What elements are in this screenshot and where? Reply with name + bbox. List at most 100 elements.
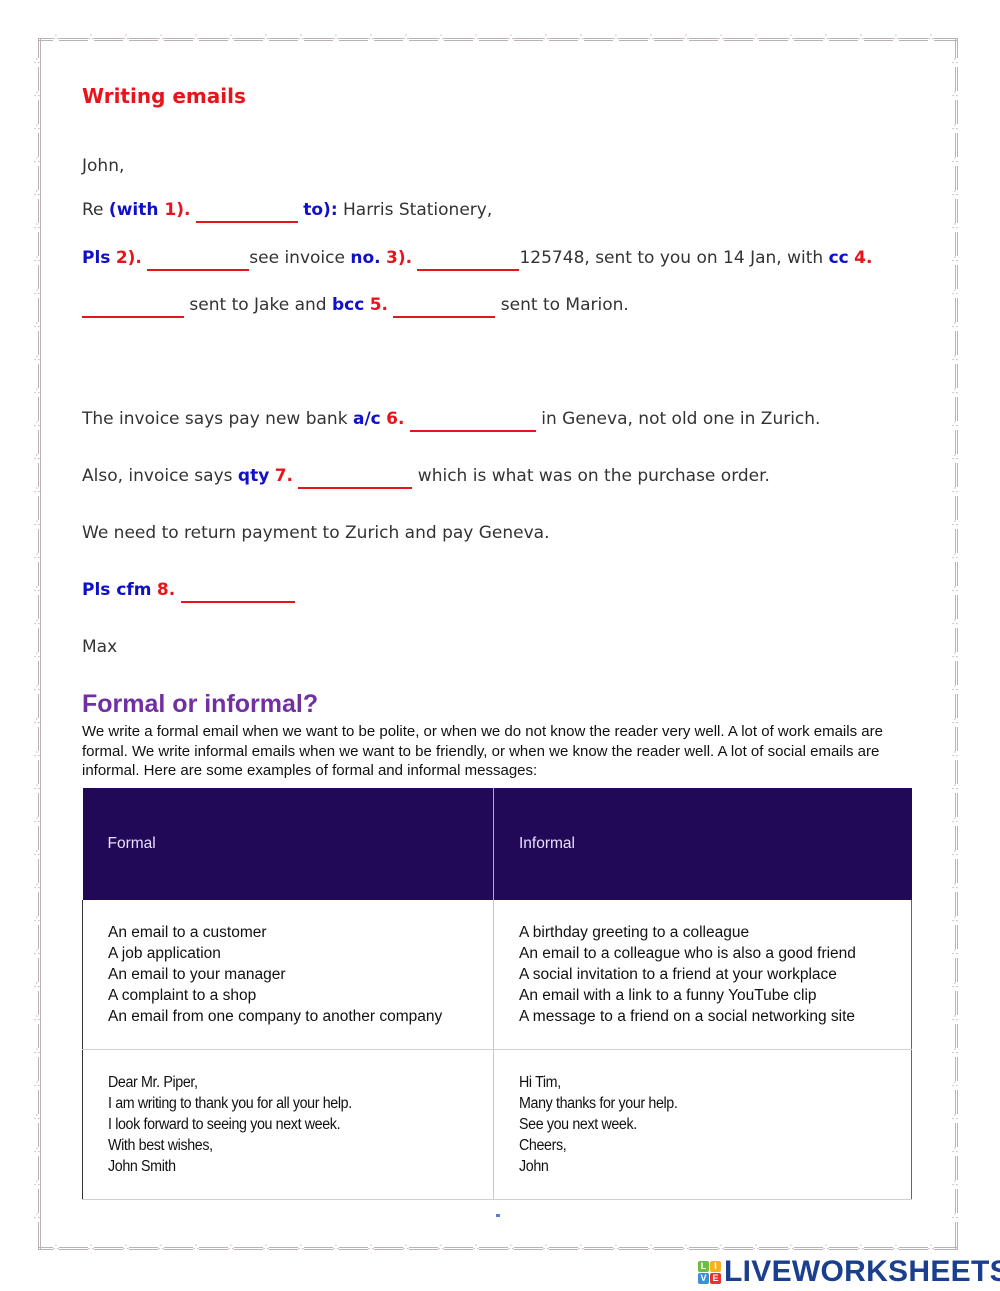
border-ornament: ∴ [438, 33, 444, 43]
border-ornament: ∴ [683, 1243, 689, 1253]
border-ornament: ∴ [228, 1243, 234, 1253]
border-ornament: ∴ [952, 585, 958, 595]
border-ornament: ∴ [952, 1179, 958, 1189]
blank-4[interactable] [82, 296, 184, 318]
border-ornament: ∴ [508, 1243, 514, 1253]
border-ornament: ∴ [333, 33, 339, 43]
border-ornament: ∴ [952, 453, 958, 463]
border-ornament: ∴ [34, 585, 40, 595]
border-ornament: ∴ [34, 189, 40, 199]
border-ornament: ∴ [263, 1243, 269, 1253]
border-ornament: ∴ [34, 1014, 40, 1024]
border-ornament: ∴ [34, 57, 40, 67]
page-marker [496, 1214, 500, 1217]
border-ornament: ∴ [952, 321, 958, 331]
border-ornament: ∴ [473, 33, 479, 43]
table-row: An email to a customer A job application… [82, 900, 912, 1050]
email-line-re: Re (with 1). to): Harris Stationery, [82, 200, 492, 223]
blank-8[interactable] [180, 581, 295, 603]
header-formal: Formal [82, 788, 494, 900]
border-ornament: ∴ [718, 1243, 724, 1253]
border-ornament: ∴ [858, 1243, 864, 1253]
table-header-row: Formal Informal [82, 788, 912, 900]
border-ornament: ∴ [952, 783, 958, 793]
border-ornament: ∴ [952, 981, 958, 991]
border-ornament: ∴ [952, 387, 958, 397]
border-ornament: ∴ [788, 1243, 794, 1253]
border-ornament: ∴ [34, 387, 40, 397]
border-ornament: ∴ [952, 1080, 958, 1090]
table-cell-formal: An email to a customer A job application… [82, 900, 494, 1050]
border-ornament: ∴ [952, 1212, 958, 1222]
blank-5[interactable] [393, 296, 496, 318]
border-ornament: ∴ [34, 1080, 40, 1090]
border-ornament: ∴ [34, 156, 40, 166]
border-ornament: ∴ [578, 1243, 584, 1253]
border-ornament: ∴ [893, 33, 899, 43]
border-ornament: ∴ [34, 717, 40, 727]
header-informal: Informal [493, 788, 912, 900]
border-ornament: ∴ [88, 33, 94, 43]
border-ornament: ∴ [34, 1179, 40, 1189]
border-ornament: ∴ [298, 33, 304, 43]
border-ornament: ∴ [952, 948, 958, 958]
blank-2[interactable] [147, 249, 250, 271]
border-ornament: ∴ [34, 750, 40, 760]
border-ornament: ∴ [34, 1146, 40, 1156]
border-ornament: ∴ [123, 33, 129, 43]
border-ornament: ∴ [952, 486, 958, 496]
border-ornament: ∴ [753, 1243, 759, 1253]
border-ornament: ∴ [893, 1243, 899, 1253]
border-ornament: ∴ [952, 255, 958, 265]
email-line-cfm: Pls cfm 8. [82, 580, 295, 603]
blank-3[interactable] [417, 249, 520, 271]
border-ornament: ∴ [613, 33, 619, 43]
border-ornament: ∴ [952, 156, 958, 166]
border-ornament: ∴ [952, 90, 958, 100]
border-ornament: ∴ [648, 33, 654, 43]
border-ornament: ∴ [34, 519, 40, 529]
border-ornament: ∴ [952, 684, 958, 694]
border-ornament: ∴ [158, 1243, 164, 1253]
border-ornament: ∴ [952, 816, 958, 826]
border-ornament: ∴ [952, 288, 958, 298]
border-ornament: ∴ [368, 33, 374, 43]
border-ornament: ∴ [34, 222, 40, 232]
border-ornament: ∴ [263, 33, 269, 43]
border-ornament: ∴ [438, 1243, 444, 1253]
border-ornament: ∴ [228, 33, 234, 43]
border-ornament: ∴ [34, 882, 40, 892]
border-ornament: ∴ [952, 750, 958, 760]
border-ornament: ∴ [952, 915, 958, 925]
border-ornament: ∴ [952, 123, 958, 133]
border-ornament: ∴ [952, 552, 958, 562]
blank-1[interactable] [195, 201, 298, 223]
email-line-qty: Also, invoice says qty 7. which is what … [82, 466, 770, 489]
border-ornament: ∴ [823, 1243, 829, 1253]
border-ornament: ∴ [683, 33, 689, 43]
border-ornament: ∴ [53, 33, 59, 43]
worksheet-title: Writing emails [82, 84, 246, 108]
border-ornament: ∴ [298, 1243, 304, 1253]
liveworksheets-logo[interactable]: L I V E LIVEWORKSHEETS [698, 1255, 1000, 1288]
border-ornament: ∴ [34, 90, 40, 100]
border-ornament: ∴ [333, 1243, 339, 1253]
border-ornament: ∴ [34, 255, 40, 265]
border-ornament: ∴ [578, 33, 584, 43]
blank-6[interactable] [409, 410, 536, 432]
border-ornament: ∴ [158, 33, 164, 43]
border-ornament: ∴ [34, 123, 40, 133]
border-ornament: ∴ [34, 981, 40, 991]
border-ornament: ∴ [952, 618, 958, 628]
border-ornament: ∴ [952, 420, 958, 430]
border-ornament: ∴ [34, 486, 40, 496]
email-line-return: We need to return payment to Zurich and … [82, 523, 550, 543]
border-ornament: ∴ [473, 1243, 479, 1253]
email-signoff: Max [82, 637, 118, 657]
border-ornament: ∴ [753, 33, 759, 43]
border-ornament: ∴ [543, 1243, 549, 1253]
section-intro: We write a formal email when we want to … [82, 723, 883, 779]
blank-7[interactable] [298, 467, 413, 489]
border-ornament: ∴ [952, 849, 958, 859]
border-ornament: ∴ [34, 948, 40, 958]
